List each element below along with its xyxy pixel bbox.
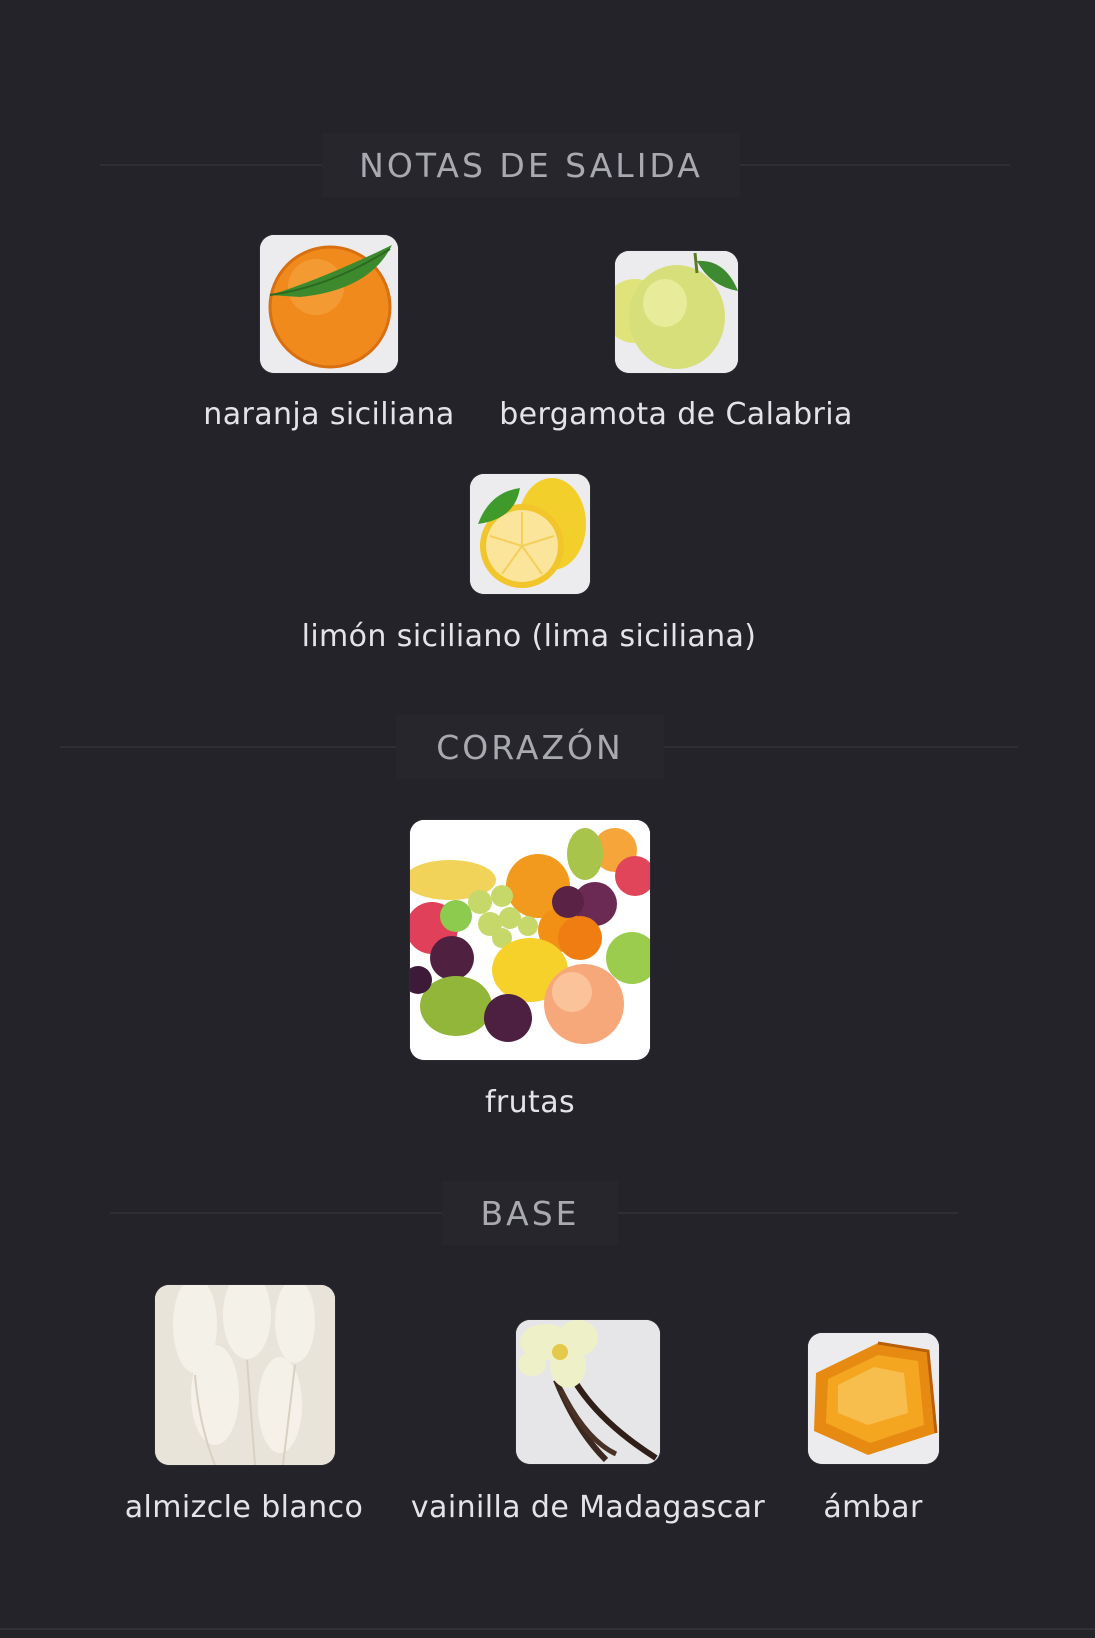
fruits-icon: [410, 820, 650, 1060]
lemon-image[interactable]: [470, 474, 590, 594]
header-pill: CORAZÓN: [396, 715, 664, 779]
section-title-heart: CORAZÓN: [436, 727, 624, 767]
header-divider-left: [100, 164, 322, 166]
section-title-top-notes: NOTAS DE SALIDA: [359, 145, 703, 185]
note-label-bergamota: bergamota de Calabria: [499, 397, 853, 432]
note-label-frutas: frutas: [484, 1085, 576, 1120]
fruits-image[interactable]: [410, 820, 650, 1060]
note-label-ambar: ámbar: [823, 1490, 923, 1525]
header-divider-right: [740, 164, 1010, 166]
header-divider-right: [618, 1212, 958, 1214]
bergamot-image[interactable]: [615, 251, 738, 373]
orange-icon: [260, 235, 398, 373]
lemon-icon: [470, 474, 590, 594]
white-musk-icon: [155, 1285, 335, 1465]
section-header-heart: CORAZÓN: [0, 715, 1095, 779]
section-header-top-notes: NOTAS DE SALIDA: [0, 133, 1095, 197]
note-label-naranja: naranja siciliana: [203, 397, 455, 432]
header-divider-right: [664, 746, 1018, 748]
white-musk-image[interactable]: [155, 1285, 335, 1465]
header-divider-left: [110, 1212, 442, 1214]
vanilla-image[interactable]: [516, 1320, 660, 1464]
vanilla-icon: [516, 1320, 660, 1464]
orange-image[interactable]: [260, 235, 398, 373]
bottom-divider: [0, 1628, 1095, 1630]
section-header-base: BASE: [0, 1181, 1095, 1245]
note-label-limon: limón siciliano (lima siciliana): [301, 619, 757, 654]
amber-image[interactable]: [808, 1333, 939, 1464]
bergamot-icon: [615, 251, 738, 373]
note-label-almizcle: almizcle blanco: [124, 1490, 364, 1525]
header-divider-left: [60, 746, 396, 748]
note-label-vainilla: vainilla de Madagascar: [410, 1490, 766, 1525]
header-pill: NOTAS DE SALIDA: [322, 133, 740, 197]
amber-icon: [808, 1333, 939, 1464]
section-title-base: BASE: [480, 1193, 580, 1233]
header-pill: BASE: [442, 1181, 618, 1245]
